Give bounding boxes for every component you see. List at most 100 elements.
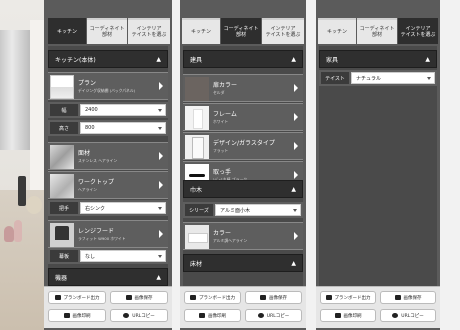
collapse-icon: ▲ <box>425 55 430 63</box>
url-copy-button[interactable]: URLコピー <box>110 309 168 322</box>
collapse-icon: ▲ <box>156 273 161 281</box>
section-kitchen-body[interactable]: キッチン(本体) ▲ <box>48 50 168 68</box>
action-bar: プランボード出力 画像保存 画像印刷 URLコピー <box>44 286 172 328</box>
printer-icon <box>63 313 70 318</box>
chevron-right-icon <box>159 152 163 160</box>
option-door-color[interactable]: 扉カラー セルダ <box>183 74 303 102</box>
taste-select[interactable]: ナチュラル <box>351 72 435 84</box>
hood-thumbnail <box>50 223 74 247</box>
option-plan[interactable]: プラン デイジング収納棚 (バックパネル) <box>48 72 168 100</box>
option-worktop[interactable]: ワークトップ ヘアライン <box>48 171 168 199</box>
series-field: シリーズ アルミ面小木 <box>183 202 303 218</box>
plan-output-button[interactable]: プランボード出力 <box>320 291 376 304</box>
save-image-button[interactable]: 画像保存 <box>380 291 436 304</box>
kitchen-panel: キッチン コーディネイト 部材 インテリア テイストを選ぶ キッチン(本体) ▲… <box>44 0 172 330</box>
door-color-thumbnail <box>185 77 209 101</box>
printer-icon <box>334 313 341 318</box>
vase-image <box>4 226 14 242</box>
tab-kitchen[interactable]: キッチン <box>318 18 356 44</box>
url-copy-button[interactable]: URLコピー <box>245 309 302 322</box>
dropdown-icon <box>427 77 431 80</box>
vase-image <box>14 220 22 242</box>
option-subtitle: ラフィット W900 ホワイト <box>78 236 126 241</box>
height-select[interactable]: 800 <box>80 122 166 134</box>
color-thumbnail <box>185 225 209 249</box>
window-image <box>0 30 30 150</box>
print-image-button[interactable]: 画像印刷 <box>48 309 106 322</box>
collapse-icon: ▲ <box>291 185 296 193</box>
tab-coordinate[interactable]: コーディネイト 部材 <box>87 18 127 44</box>
option-title: 扉カラー <box>213 82 238 89</box>
chevron-right-icon <box>159 230 163 238</box>
section-title: 巾木 <box>190 186 203 194</box>
section-title: キッチン(本体) <box>55 56 96 64</box>
section-flooring[interactable]: 床材 ▲ <box>183 254 303 272</box>
width-select[interactable]: 2400 <box>80 104 166 116</box>
url-copy-button[interactable]: URLコピー <box>380 309 436 322</box>
tab-interior-taste[interactable]: インテリア テイストを選ぶ <box>262 18 304 44</box>
chevron-right-icon <box>294 84 298 92</box>
option-subtitle: フラット <box>213 148 229 153</box>
option-door[interactable]: 面材 ステンレス ヘアライン <box>48 142 168 170</box>
print-icon <box>190 295 196 300</box>
option-subtitle: ホワイト <box>213 119 229 124</box>
plan-thumbnail <box>50 75 74 99</box>
height-field: 高さ 800 <box>48 120 168 136</box>
print-icon <box>325 295 332 300</box>
series-select[interactable]: アルミ面小木 <box>215 204 301 216</box>
panel-select[interactable]: なし <box>80 250 166 262</box>
panel-field: 幕板 なし <box>48 248 168 264</box>
tab-coordinate[interactable]: コーディネイト 部材 <box>357 18 397 44</box>
tab-bar: キッチン コーディネイト 部材 インテリア テイストを選ぶ <box>44 0 172 46</box>
option-hood[interactable]: レンジフード ラフィット W900 ホワイト <box>48 220 168 248</box>
collapse-icon: ▲ <box>291 55 296 63</box>
coordinate-panel: キッチン コーディネイト 部材 インテリア テイストを選ぶ 建具 ▲ 扉カラー … <box>180 0 306 330</box>
options-list: 建具 ▲ 扉カラー セルダ フレーム ホワイト デザイン/ガラスタイプ フラット… <box>183 46 303 286</box>
option-glass-type[interactable]: デザイン/ガラスタイプ フラット <box>183 132 303 160</box>
download-icon <box>125 295 132 300</box>
tab-kitchen[interactable]: キッチン <box>48 18 86 44</box>
option-title: デザイン/ガラスタイプ <box>213 140 275 147</box>
handle-field: 把手 右シンク <box>48 200 168 216</box>
dropdown-icon <box>293 209 297 212</box>
link-icon <box>392 313 399 318</box>
section-equipment[interactable]: 機器 ▲ <box>48 268 168 286</box>
chevron-right-icon <box>159 82 163 90</box>
tab-bar: キッチン コーディネイト 部材 インテリア テイストを選ぶ <box>316 0 440 46</box>
save-image-button[interactable]: 画像保存 <box>110 291 168 304</box>
handle-label: 把手 <box>50 202 78 214</box>
options-list: 家具 ▲ テイスト ナチュラル <box>319 46 437 286</box>
section-furniture[interactable]: 家具 ▲ <box>319 50 437 68</box>
print-image-button[interactable]: 画像印刷 <box>184 309 241 322</box>
option-title: ワークトップ <box>78 179 115 186</box>
glass-thumbnail <box>185 135 209 159</box>
section-title: 床材 <box>190 260 203 268</box>
tab-interior-taste[interactable]: インテリア テイストを選ぶ <box>128 18 170 44</box>
handle-select[interactable]: 右シンク <box>80 202 166 214</box>
option-baseboard-color[interactable]: カラー アルミ調ヘアライン <box>183 222 303 250</box>
option-title: カラー <box>213 230 232 237</box>
option-subtitle: ヘアライン <box>78 187 97 192</box>
chevron-right-icon <box>159 181 163 189</box>
tab-kitchen[interactable]: キッチン <box>182 18 220 44</box>
option-title: 面材 <box>78 150 91 157</box>
download-icon <box>260 295 266 300</box>
section-baseboard[interactable]: 巾木 ▲ <box>183 180 303 198</box>
chevron-right-icon <box>294 171 298 179</box>
plan-output-button[interactable]: プランボード出力 <box>48 291 106 304</box>
plan-output-button[interactable]: プランボード出力 <box>184 291 241 304</box>
tab-interior-taste[interactable]: インテリア テイストを選ぶ <box>398 18 438 44</box>
section-fittings[interactable]: 建具 ▲ <box>183 50 303 68</box>
option-frame[interactable]: フレーム ホワイト <box>183 103 303 131</box>
height-label: 高さ <box>50 122 78 134</box>
tab-coordinate[interactable]: コーディネイト 部材 <box>221 18 261 44</box>
save-image-button[interactable]: 画像保存 <box>245 291 302 304</box>
print-image-button[interactable]: 画像印刷 <box>320 309 376 322</box>
width-label: 幅 <box>50 104 78 116</box>
option-title: 取っ手 <box>213 169 232 176</box>
options-list: キッチン(本体) ▲ プラン デイジング収納棚 (バックパネル) 幅 2400 … <box>48 46 168 286</box>
width-field: 幅 2400 <box>48 102 168 118</box>
dropdown-icon <box>158 127 162 130</box>
option-title: プラン <box>78 80 97 87</box>
interior-taste-panel: キッチン コーディネイト 部材 インテリア テイストを選ぶ 家具 ▲ テイスト … <box>316 0 440 330</box>
